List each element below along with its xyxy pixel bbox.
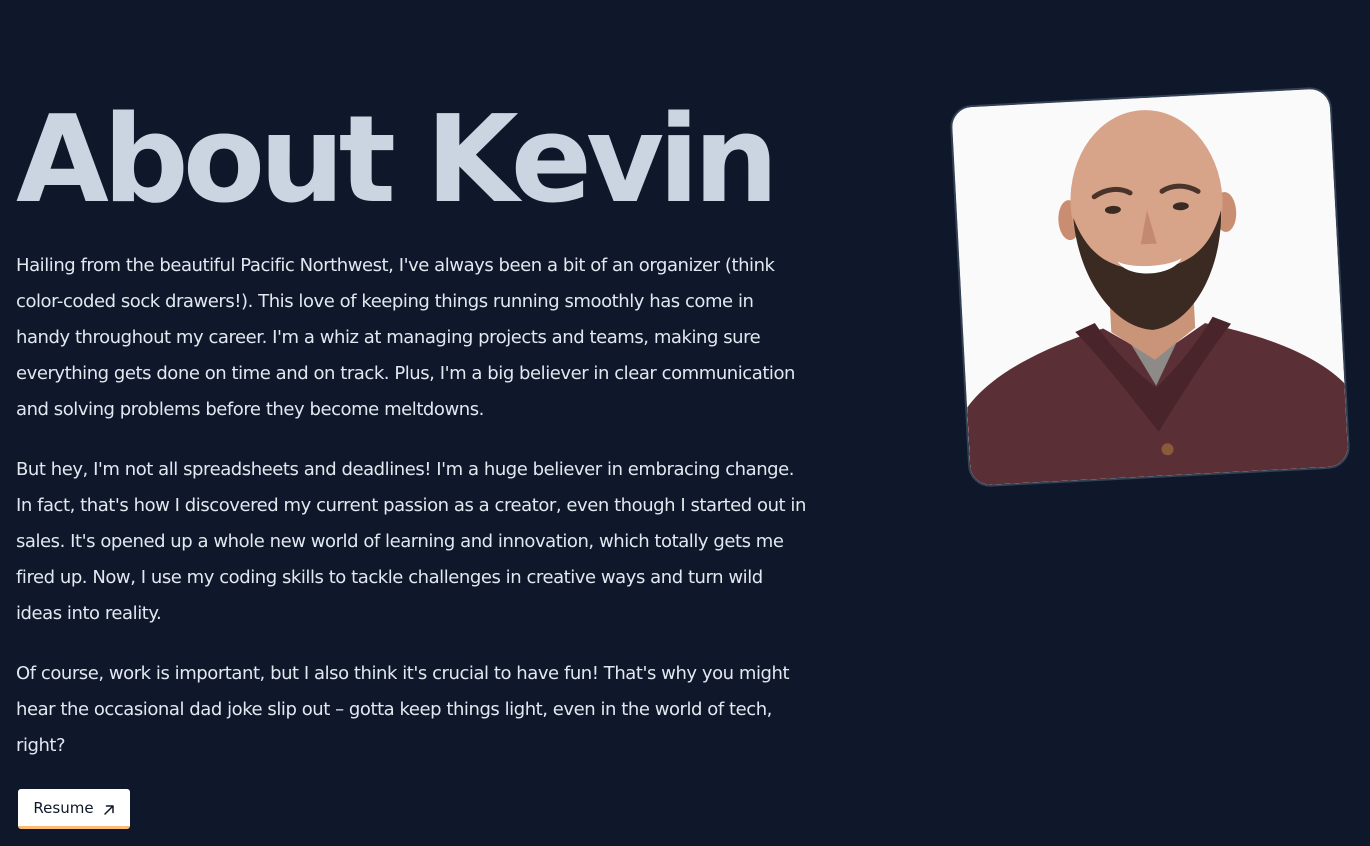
- profile-photo: [949, 86, 1351, 488]
- bio-paragraph-3: Of course, work is important, but I also…: [16, 663, 790, 756]
- arrow-up-right-icon: [103, 802, 115, 815]
- bio-section: Hailing from the beautiful Pacific North…: [16, 248, 806, 788]
- bio-paragraph-2: But hey, I'm not all spreadsheets and de…: [16, 459, 806, 624]
- resume-button[interactable]: Resume: [18, 789, 130, 829]
- page-title: About Kevin: [16, 91, 779, 230]
- resume-button-label: Resume: [33, 798, 94, 817]
- portrait-illustration: [951, 88, 1351, 488]
- bio-paragraph-1: Hailing from the beautiful Pacific North…: [16, 255, 795, 420]
